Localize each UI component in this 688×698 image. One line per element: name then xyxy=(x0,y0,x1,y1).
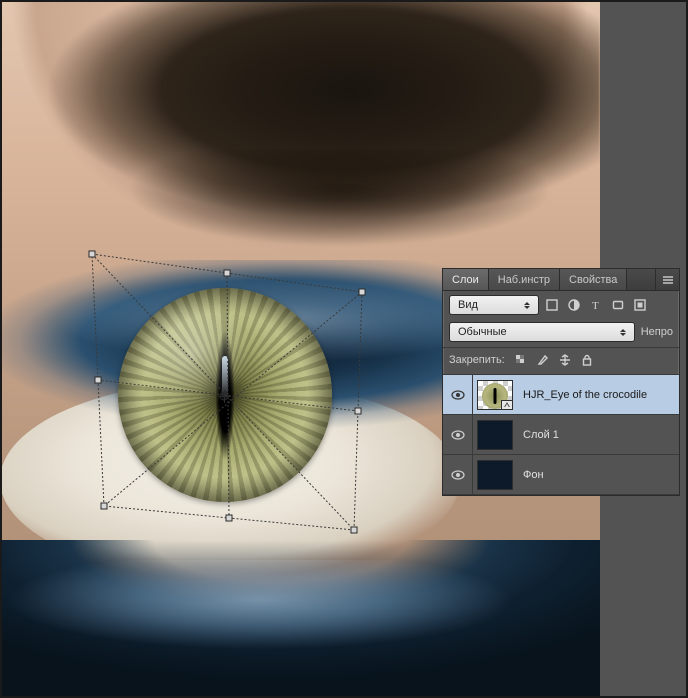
layer-name[interactable]: HJR_Eye of the crocodile xyxy=(517,389,679,401)
lock-all-icon[interactable] xyxy=(579,352,595,368)
blend-mode-dropdown[interactable]: Обычные xyxy=(449,322,635,342)
tab-layers[interactable]: Слои xyxy=(443,269,489,290)
dropdown-label: Вид xyxy=(458,299,522,311)
transform-edge-handle[interactable] xyxy=(355,408,362,415)
filter-adjustment-icon[interactable] xyxy=(565,296,583,314)
panel-tabbar: Слои Наб.инстр Свойства xyxy=(443,269,679,291)
layer-row[interactable]: Слой 1 xyxy=(443,415,679,455)
layers-list: HJR_Eye of the crocodile Слой 1 Фон xyxy=(443,375,679,495)
dropdown-label: Обычные xyxy=(458,326,618,338)
layer-visibility-toggle[interactable] xyxy=(443,415,473,454)
transform-corner-handle[interactable] xyxy=(351,527,358,534)
transform-edge-handle[interactable] xyxy=(226,515,233,522)
transform-corner-handle[interactable] xyxy=(359,289,366,296)
tab-toolpresets[interactable]: Наб.инстр xyxy=(489,269,560,290)
transform-edge-handle[interactable] xyxy=(224,270,231,277)
filter-pixel-icon[interactable] xyxy=(543,296,561,314)
lock-label: Закрепить: xyxy=(449,354,505,366)
tab-properties[interactable]: Свойства xyxy=(560,269,627,290)
blend-opacity-row: Обычные Непро xyxy=(443,319,679,348)
layer-thumbnail[interactable] xyxy=(473,375,517,414)
layer-thumbnail[interactable] xyxy=(473,415,517,454)
transform-corner-handle[interactable] xyxy=(89,251,96,258)
filter-shape-icon[interactable] xyxy=(609,296,627,314)
layer-row[interactable]: Фон xyxy=(443,455,679,495)
svg-text:T: T xyxy=(592,300,599,312)
filter-type-icon[interactable]: T xyxy=(587,296,605,314)
opacity-label: Непро xyxy=(641,326,673,338)
layer-name[interactable]: Фон xyxy=(517,469,679,481)
lock-row: Закрепить: xyxy=(443,348,679,375)
layer-filter-dropdown[interactable]: Вид xyxy=(449,295,539,315)
eye-icon xyxy=(451,390,465,400)
eye-icon xyxy=(451,430,465,440)
layer-thumbnail[interactable] xyxy=(473,455,517,494)
tab-label: Слои xyxy=(452,274,479,286)
filter-smartobject-icon[interactable] xyxy=(631,296,649,314)
smart-object-badge-icon xyxy=(501,400,513,410)
transform-center-icon[interactable] xyxy=(218,390,231,403)
lock-transparency-icon[interactable] xyxy=(513,352,529,368)
app-stage: Слои Наб.инстр Свойства Вид T xyxy=(0,0,688,698)
transform-corner-handle[interactable] xyxy=(101,503,108,510)
tab-label: Свойства xyxy=(569,274,617,286)
lock-position-icon[interactable] xyxy=(557,352,573,368)
eye-icon xyxy=(451,470,465,480)
panel-menu-button[interactable] xyxy=(655,269,679,290)
layer-filter-row: Вид T xyxy=(443,291,679,319)
layer-name[interactable]: Слой 1 xyxy=(517,429,679,441)
layer-visibility-toggle[interactable] xyxy=(443,375,473,414)
layer-row[interactable]: HJR_Eye of the crocodile xyxy=(443,375,679,415)
lock-pixels-icon[interactable] xyxy=(535,352,551,368)
layers-panel: Слои Наб.инстр Свойства Вид T xyxy=(442,268,680,496)
tab-label: Наб.инстр xyxy=(498,274,550,286)
layer-visibility-toggle[interactable] xyxy=(443,455,473,494)
transform-edge-handle[interactable] xyxy=(95,377,102,384)
